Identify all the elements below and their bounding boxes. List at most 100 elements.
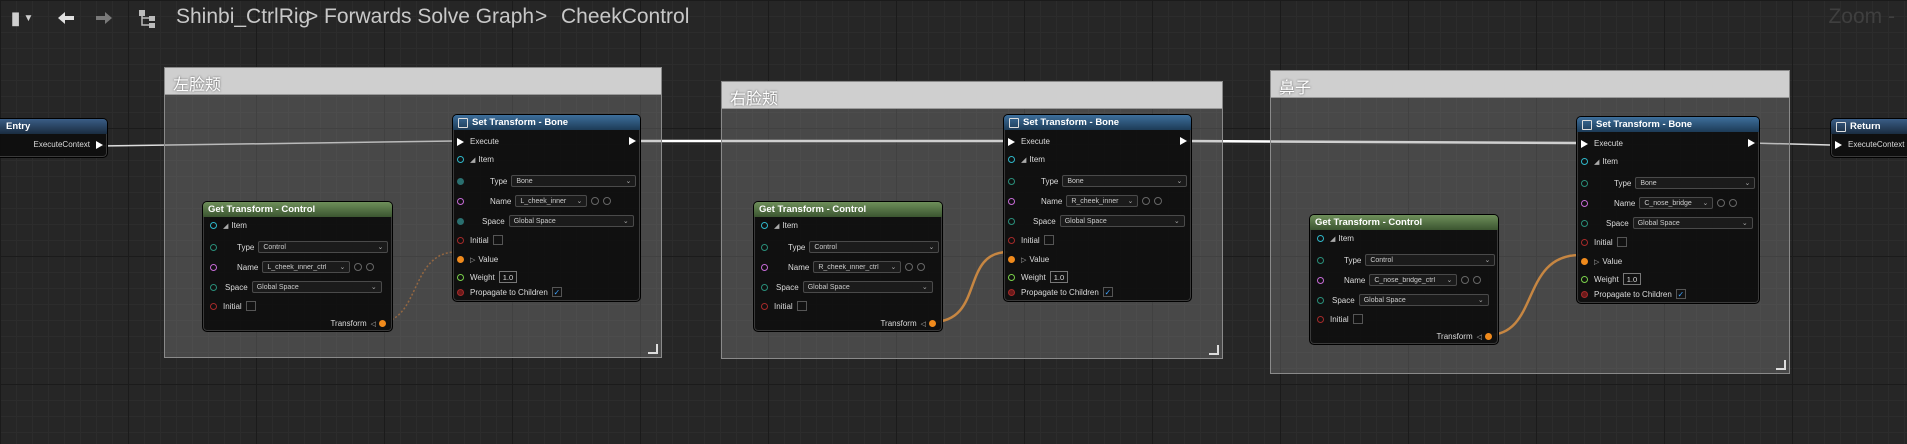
transform-pin-icon[interactable]: [379, 320, 386, 327]
name-dropdown[interactable]: L_cheek_inner ⌄: [515, 195, 588, 207]
expand-icon[interactable]: ◢: [1021, 156, 1026, 164]
expand-icon[interactable]: ◢: [470, 156, 475, 164]
float-pin-icon[interactable]: [457, 273, 464, 281]
entry-node-header[interactable]: Entry: [0, 119, 107, 134]
resize-grip-icon[interactable]: [648, 344, 658, 354]
space-dropdown[interactable]: Global Space ⌄: [802, 281, 933, 293]
space-dropdown[interactable]: Global Space ⌄: [1358, 294, 1489, 306]
name-dropdown[interactable]: C_nose_bridge ⌄: [1639, 197, 1714, 209]
set-transform-node-nose[interactable]: Set Transform - Bone Execute ◢ Item Type B…: [1576, 116, 1760, 304]
propagate-checkbox[interactable]: ✓: [1102, 287, 1113, 297]
transform-pin-icon[interactable]: [1485, 333, 1492, 340]
get-transform-node-left[interactable]: Get Transform - Control ◢ Item Type Contro…: [202, 201, 393, 332]
enum-pin-icon[interactable]: [210, 283, 217, 291]
enum-pin-icon[interactable]: [761, 283, 768, 291]
enum-pin-icon[interactable]: [1008, 177, 1015, 185]
bool-pin-icon[interactable]: [1008, 288, 1015, 296]
expand-icon[interactable]: ◢: [774, 222, 779, 230]
exec-pin-icon[interactable]: [1748, 139, 1755, 147]
browse-icon[interactable]: [1473, 276, 1482, 284]
bool-pin-icon[interactable]: [457, 236, 464, 244]
enum-pin-icon[interactable]: [1581, 179, 1588, 187]
name-pin-icon[interactable]: [1317, 276, 1324, 284]
name-dropdown[interactable]: R_cheek_inner_ctrl ⌄: [813, 261, 902, 273]
exec-pin-icon[interactable]: [629, 137, 636, 145]
resize-grip-icon[interactable]: [1209, 345, 1219, 355]
enum-pin-icon[interactable]: [210, 243, 217, 251]
name-pin-icon[interactable]: [210, 263, 217, 271]
get-transform-node-right[interactable]: Get Transform - Control ◢ Item Type Contro…: [753, 201, 943, 332]
exec-pin-icon[interactable]: [1835, 140, 1842, 149]
float-pin-icon[interactable]: [1008, 273, 1015, 281]
use-selected-icon[interactable]: [591, 197, 600, 205]
weight-input[interactable]: 1.0: [1622, 273, 1642, 285]
exec-pin-icon[interactable]: [1180, 137, 1187, 145]
enum-pin-icon[interactable]: [457, 177, 464, 185]
name-dropdown[interactable]: R_cheek_inner ⌄: [1066, 195, 1139, 207]
node-header[interactable]: Set Transform - Bone: [1577, 117, 1759, 132]
exec-pin-icon[interactable]: [457, 137, 464, 146]
get-transform-node-nose[interactable]: Get Transform - Control ◢ Item Type Contro…: [1309, 214, 1499, 345]
expand-icon[interactable]: ◁: [371, 320, 376, 328]
forward-button[interactable]: [90, 4, 118, 32]
comment-header[interactable]: 鼻子: [1271, 71, 1789, 98]
type-dropdown[interactable]: Control ⌄: [1365, 254, 1496, 266]
type-dropdown[interactable]: Bone ⌄: [511, 175, 637, 187]
enum-pin-icon[interactable]: [1008, 217, 1015, 225]
expand-icon[interactable]: ▷: [470, 256, 475, 264]
enum-pin-icon[interactable]: [1581, 219, 1588, 227]
enum-pin-icon[interactable]: [761, 243, 768, 251]
node-header[interactable]: Set Transform - Bone: [1004, 115, 1191, 130]
entry-node[interactable]: Entry ExecuteContext: [0, 118, 108, 158]
struct-pin-icon[interactable]: [1317, 235, 1324, 242]
bool-pin-icon[interactable]: [1581, 290, 1588, 298]
name-pin-icon[interactable]: [1008, 197, 1015, 205]
type-dropdown[interactable]: Control ⌄: [258, 241, 389, 253]
weight-input[interactable]: 1.0: [1049, 271, 1069, 283]
resize-grip-icon[interactable]: [1776, 360, 1786, 370]
use-selected-icon[interactable]: [1142, 197, 1151, 205]
initial-checkbox[interactable]: [1043, 235, 1054, 245]
expand-icon[interactable]: ◢: [1330, 235, 1335, 243]
node-header[interactable]: Get Transform - Control: [203, 202, 392, 217]
expand-icon[interactable]: ▷: [1021, 256, 1026, 264]
bool-pin-icon[interactable]: [761, 302, 768, 310]
float-pin-icon[interactable]: [1581, 275, 1588, 283]
initial-checkbox[interactable]: [245, 301, 256, 311]
comment-header[interactable]: 左脸颊: [165, 68, 661, 95]
bool-pin-icon[interactable]: [1317, 315, 1324, 323]
space-dropdown[interactable]: Global Space ⌄: [1632, 217, 1753, 229]
space-dropdown[interactable]: Global Space ⌄: [251, 281, 382, 293]
set-transform-node-left[interactable]: Set Transform - Bone Execute ◢ Item Type B…: [452, 114, 641, 302]
transform-pin-icon[interactable]: [1008, 256, 1015, 263]
name-pin-icon[interactable]: [457, 197, 464, 205]
use-selected-icon[interactable]: [1461, 276, 1470, 284]
name-dropdown[interactable]: C_nose_bridge_ctrl ⌄: [1369, 274, 1458, 286]
back-button[interactable]: [52, 4, 80, 32]
enum-pin-icon[interactable]: [1317, 296, 1324, 304]
initial-checkbox[interactable]: [492, 235, 503, 245]
transform-pin-icon[interactable]: [929, 320, 936, 327]
bool-pin-icon[interactable]: [457, 288, 464, 296]
type-dropdown[interactable]: Bone ⌄: [1062, 175, 1188, 187]
expand-icon[interactable]: ◢: [1594, 158, 1599, 166]
initial-checkbox[interactable]: [1352, 314, 1363, 324]
propagate-checkbox[interactable]: ✓: [1675, 289, 1686, 299]
expand-icon[interactable]: ◁: [921, 320, 926, 328]
expand-icon[interactable]: ◢: [223, 222, 228, 230]
return-node[interactable]: Return ExecuteContext: [1830, 118, 1907, 158]
comment-header[interactable]: 右脸颊: [722, 82, 1222, 109]
set-transform-node-right[interactable]: Set Transform - Bone Execute ◢ Item Type B…: [1003, 114, 1192, 302]
struct-pin-icon[interactable]: [1008, 156, 1015, 163]
initial-checkbox[interactable]: [796, 301, 807, 311]
struct-pin-icon[interactable]: [1581, 158, 1588, 165]
exec-pin-icon[interactable]: [1008, 137, 1015, 146]
name-pin-icon[interactable]: [761, 263, 768, 271]
expand-icon[interactable]: ◁: [1477, 333, 1482, 341]
space-dropdown[interactable]: Global Space ⌄: [508, 215, 634, 227]
transform-pin-icon[interactable]: [1581, 258, 1588, 265]
transform-pin-icon[interactable]: [457, 256, 464, 263]
expand-icon[interactable]: ▷: [1594, 258, 1599, 266]
breadcrumb-function[interactable]: CheekControl: [561, 5, 689, 29]
node-header[interactable]: Get Transform - Control: [754, 202, 942, 217]
